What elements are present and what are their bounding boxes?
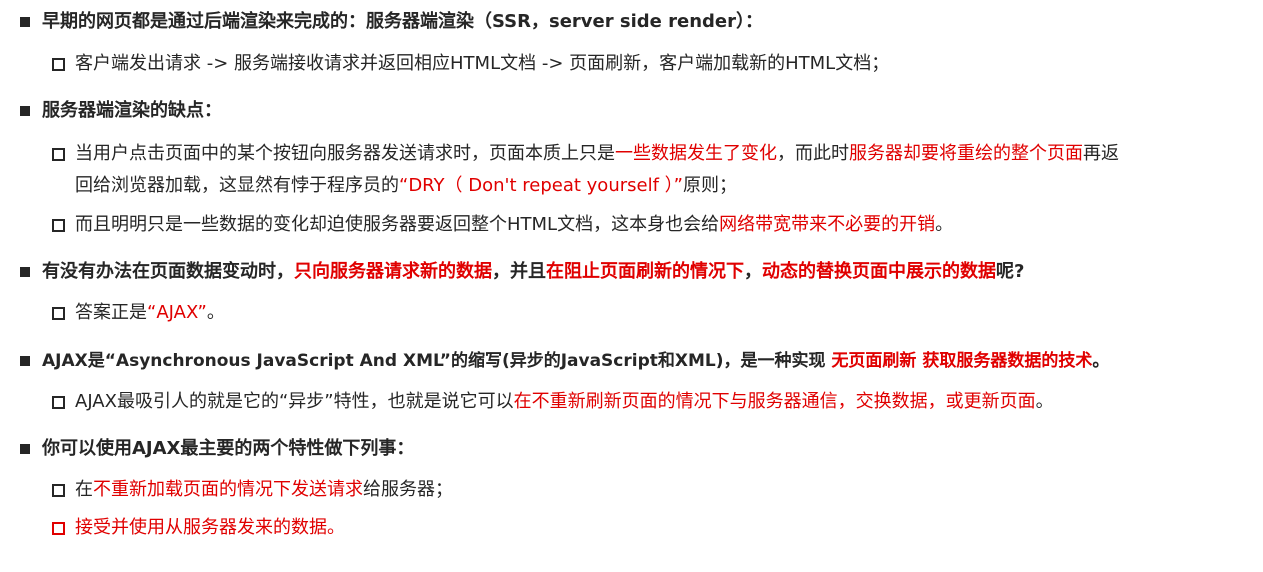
bullet-drawback-2: 而且明明只是一些数据的变化却迫使服务器要返回整个HTML文档，这本身也会给网络带… bbox=[75, 213, 953, 237]
hollow-square-bullet-icon bbox=[52, 484, 65, 497]
square-bullet-icon bbox=[20, 356, 30, 366]
text-segment: 给服务器； bbox=[363, 479, 453, 500]
text-segment: ，而此时 bbox=[777, 143, 849, 164]
bullet-ajax-async: AJAX最吸引人的就是它的“异步”特性，也就是说它可以在不重新刷新页面的情况下与… bbox=[75, 390, 1054, 414]
bullet-drawback-1-line1: 当用户点击页面中的某个按钮向服务器发送请求时，页面本质上只是一些数据发生了变化，… bbox=[75, 142, 1119, 166]
highlight-segment: “AJAX” bbox=[147, 302, 207, 323]
bullet-ssr-drawbacks: 服务器端渲染的缺点： bbox=[42, 100, 222, 121]
highlight-segment: “DRY（ Don't repeat yourself ）” bbox=[399, 175, 683, 196]
text-segment: 。 bbox=[1092, 351, 1110, 371]
highlight-segment: 在不重新刷新页面的情况下与服务器通信，交换数据，或更新页面 bbox=[513, 391, 1036, 412]
highlight-segment: 服务器却要将重绘的整个页面 bbox=[849, 143, 1083, 164]
text-segment: 。 bbox=[935, 214, 954, 235]
bullet-drawback-1-line2: 回给浏览器加载，这显然有悖于程序员的“DRY（ Don't repeat you… bbox=[75, 174, 737, 198]
text-segment: 原则； bbox=[682, 175, 737, 196]
text-segment: 。 bbox=[206, 302, 225, 323]
text-segment: 。 bbox=[1035, 391, 1054, 412]
text-segment: 再返 bbox=[1083, 143, 1119, 164]
hollow-square-bullet-icon bbox=[52, 148, 65, 161]
bullet-ssr-flow: 客户端发出请求 -> 服务端接收请求并返回相应HTML文档 -> 页面刷新，客户… bbox=[75, 53, 890, 74]
text-segment: ，并且 bbox=[492, 261, 546, 282]
text-segment: 有没有办法在页面数据变动时， bbox=[42, 261, 294, 282]
square-bullet-icon bbox=[20, 17, 30, 27]
document-page: 早期的网页都是通过后端渲染来完成的：服务器端渲染（SSR，server side… bbox=[0, 0, 1263, 572]
text-segment: 在 bbox=[75, 479, 93, 500]
bullet-feature-1: 在不重新加载页面的情况下发送请求给服务器； bbox=[75, 478, 453, 502]
text-segment: 回给浏览器加载，这显然有悖于程序员的 bbox=[75, 175, 399, 196]
highlight-segment: 动态的替换页面中展示的数据 bbox=[762, 261, 996, 282]
hollow-square-bullet-icon bbox=[52, 219, 65, 232]
hollow-square-bullet-icon bbox=[52, 522, 65, 535]
hollow-square-bullet-icon bbox=[52, 58, 65, 71]
text-segment: AJAX最吸引人的就是它的“异步”特性，也就是说它可以 bbox=[75, 391, 514, 412]
hollow-square-bullet-icon bbox=[52, 396, 65, 409]
bullet-answer: 答案正是“AJAX”。 bbox=[75, 301, 225, 325]
text-segment: AJAX是“Asynchronous JavaScript And XML”的缩… bbox=[42, 351, 832, 371]
bullet-ajax-features: 你可以使用AJAX最主要的两个特性做下列事： bbox=[42, 438, 415, 459]
bullet-ajax-definition: AJAX是“Asynchronous JavaScript And XML”的缩… bbox=[42, 349, 1109, 373]
highlight-segment: 网络带宽带来不必要的开销 bbox=[719, 214, 936, 235]
text-segment: 当用户点击页面中的某个按钮向服务器发送请求时，页面本质上只是 bbox=[75, 143, 615, 164]
bullet-ssr-intro: 早期的网页都是通过后端渲染来完成的：服务器端渲染（SSR，server side… bbox=[42, 11, 763, 32]
square-bullet-icon bbox=[20, 444, 30, 454]
text-segment: 呢? bbox=[996, 261, 1025, 282]
text-segment: ， bbox=[744, 261, 762, 282]
bullet-question: 有没有办法在页面数据变动时，只向服务器请求新的数据，并且在阻止页面刷新的情况下，… bbox=[42, 260, 1024, 284]
bullet-feature-2: 接受并使用从服务器发来的数据。 bbox=[75, 517, 345, 538]
square-bullet-icon bbox=[20, 267, 30, 277]
text-segment: 答案正是 bbox=[75, 302, 147, 323]
highlight-segment: 不重新加载页面的情况下发送请求 bbox=[93, 479, 363, 500]
highlight-segment: 在阻止页面刷新的情况下 bbox=[546, 261, 744, 282]
hollow-square-bullet-icon bbox=[52, 307, 65, 320]
text-segment: 而且明明只是一些数据的变化却迫使服务器要返回整个HTML文档，这本身也会给 bbox=[75, 214, 720, 235]
square-bullet-icon bbox=[20, 106, 30, 116]
highlight-segment: 只向服务器请求新的数据 bbox=[294, 261, 492, 282]
highlight-segment: 一些数据发生了变化 bbox=[615, 143, 777, 164]
highlight-segment: 无页面刷新 获取服务器数据的技术 bbox=[831, 351, 1093, 371]
